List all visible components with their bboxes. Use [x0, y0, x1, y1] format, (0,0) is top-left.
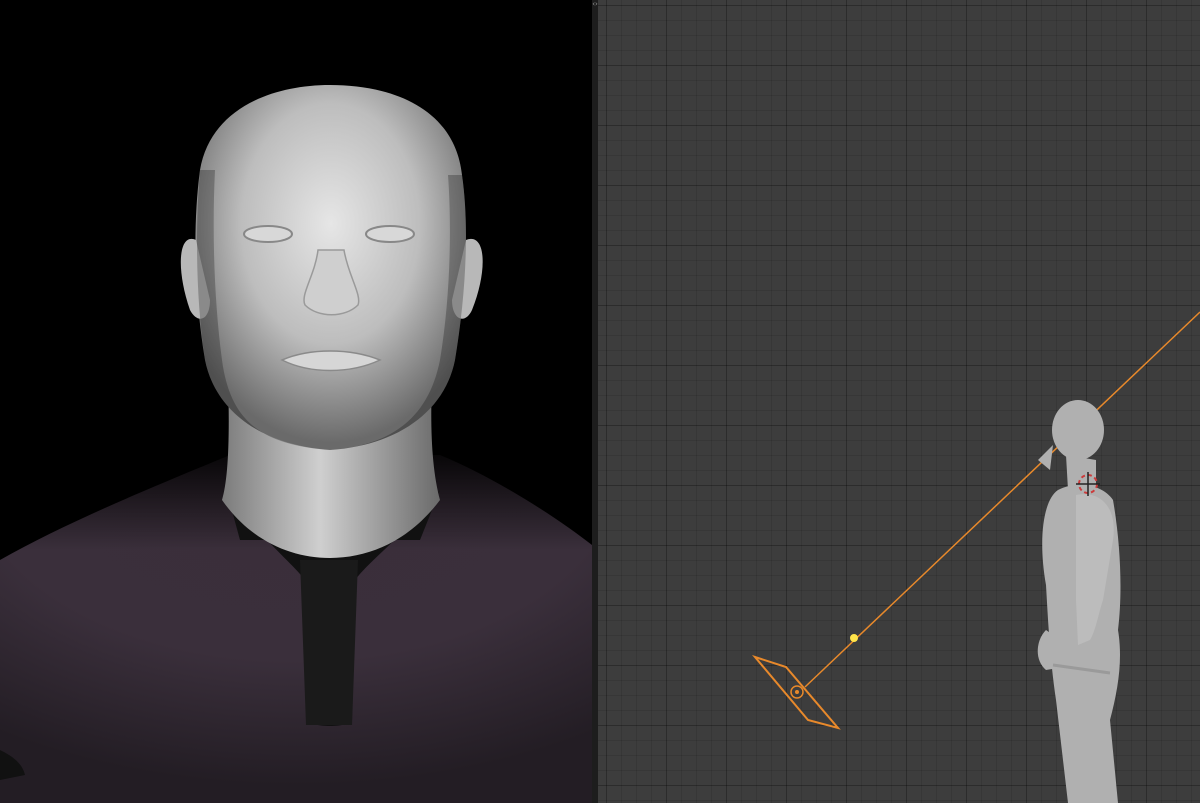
light-direction-line [804, 311, 1200, 688]
human-figure[interactable] [1037, 400, 1121, 803]
viewport-scene [751, 311, 1200, 803]
render-image [0, 85, 592, 803]
3d-viewport[interactable] [598, 0, 1200, 803]
light-point-icon[interactable] [850, 634, 858, 642]
render-view[interactable] [0, 0, 592, 803]
